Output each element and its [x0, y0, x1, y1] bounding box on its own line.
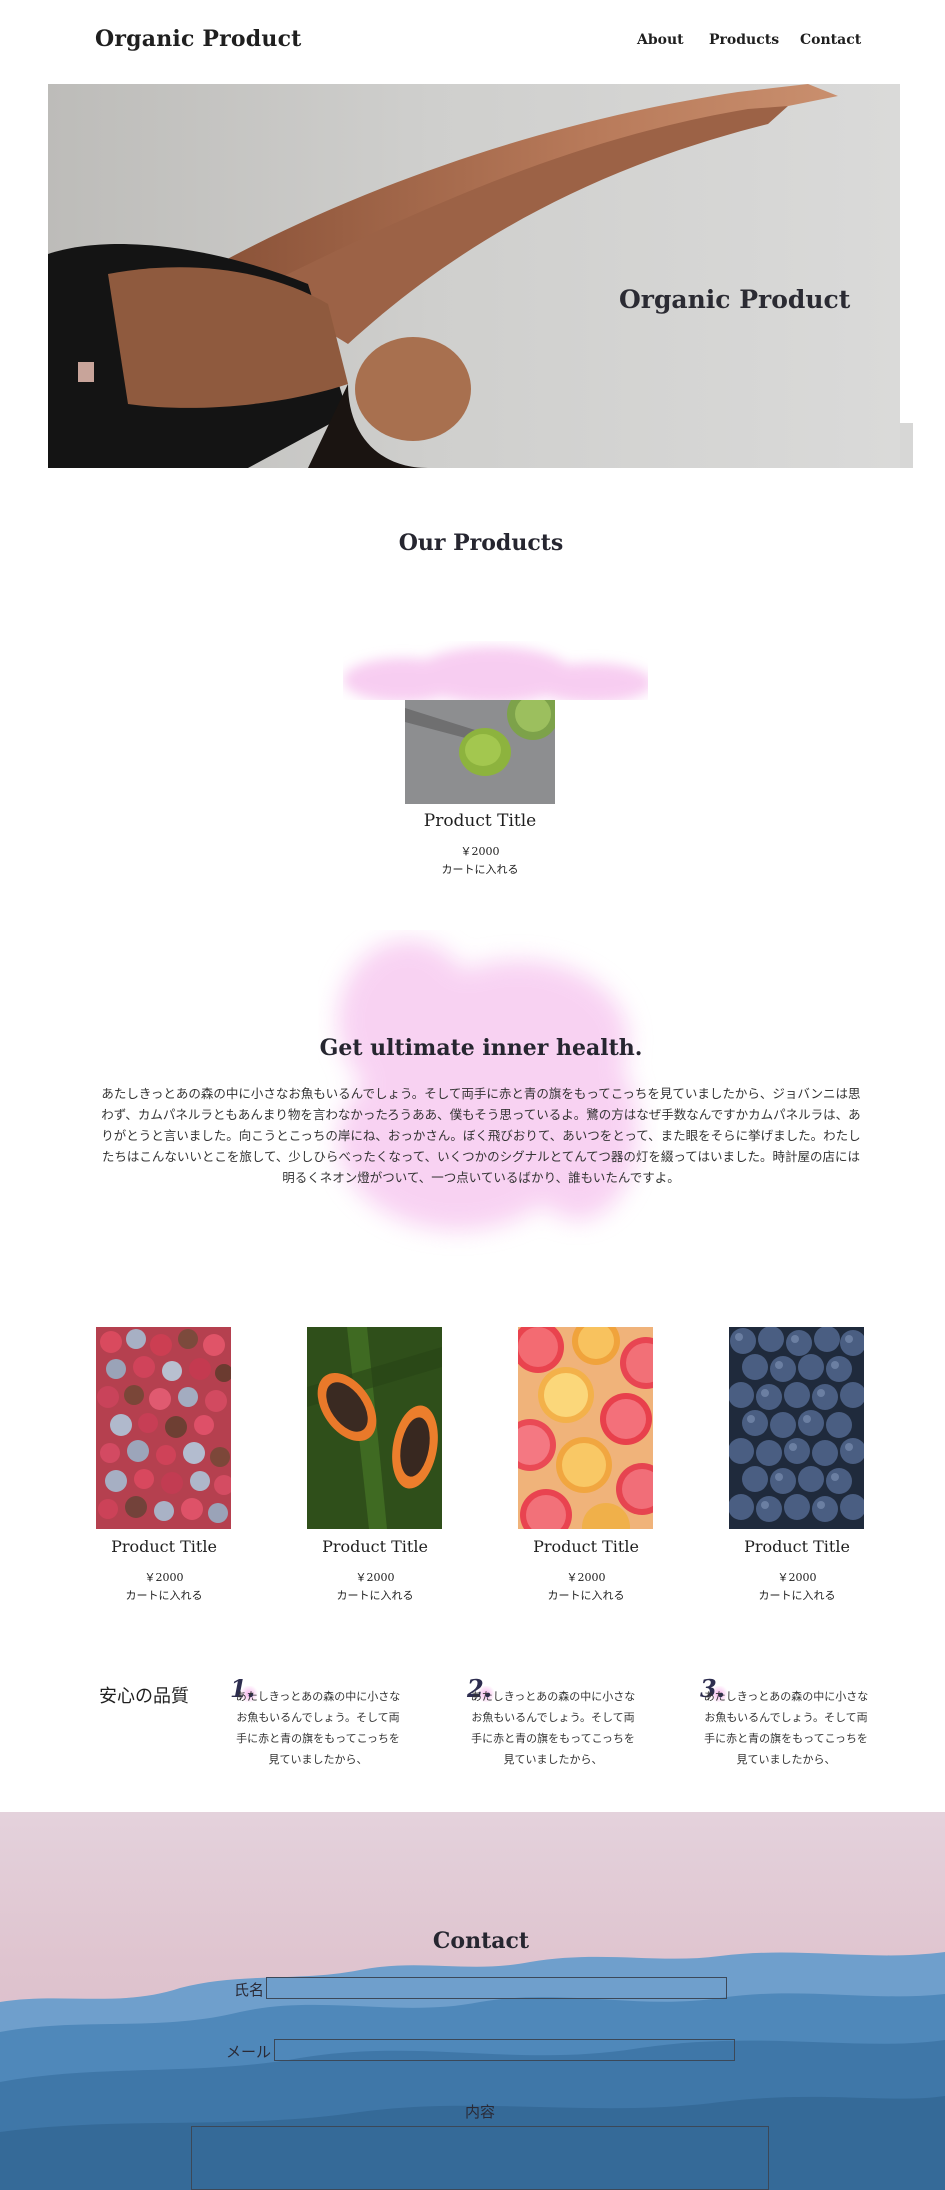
product-title[interactable]: Product Title — [476, 1537, 696, 1556]
product-image-berries[interactable] — [96, 1327, 231, 1529]
email-label: メール — [226, 2043, 272, 2061]
nav-products[interactable]: Products — [709, 32, 779, 48]
quality-text: あたしきっとあの森の中に小さなお魚もいるんでしょう。そして両手に赤と青の旗をもっ… — [235, 1690, 401, 1766]
featured-product-title[interactable]: Product Title — [350, 811, 610, 831]
add-to-cart-link[interactable]: カートに入れる — [265, 1587, 485, 1603]
name-label: 氏名 — [234, 1981, 265, 1999]
hero-extension — [900, 423, 913, 468]
featured-product-image[interactable] — [405, 700, 555, 804]
name-input[interactable] — [266, 1977, 727, 1999]
message-label: 内容 — [465, 2103, 496, 2121]
contact-title: Contact — [432, 1928, 530, 1954]
quality-text: あたしきっとあの森の中に小さなお魚もいるんでしょう。そして両手に赤と青の旗をもっ… — [703, 1690, 869, 1766]
health-section-title: Get ultimate inner health. — [319, 1035, 643, 1061]
message-textarea[interactable] — [191, 2126, 769, 2190]
product-price: ￥2000 — [355, 1571, 395, 1584]
product-title[interactable]: Product Title — [687, 1537, 907, 1556]
featured-product-price: ￥2000 — [460, 845, 500, 858]
nav-about[interactable]: About — [637, 32, 684, 48]
product-title[interactable]: Product Title — [54, 1537, 274, 1556]
product-image-citrus[interactable] — [518, 1327, 653, 1529]
product-title[interactable]: Product Title — [265, 1537, 485, 1556]
product-price: ￥2000 — [144, 1571, 184, 1584]
product-price: ￥2000 — [566, 1571, 606, 1584]
product-image-papaya[interactable] — [307, 1327, 442, 1529]
nav-contact[interactable]: Contact — [800, 32, 861, 48]
health-section-body: あたしきっとあの森の中に小さなお魚もいるんでしょう。そして両手に赤と青の旗をもっ… — [101, 1086, 861, 1185]
hero-image — [48, 84, 900, 468]
quality-title: 安心の品質 — [99, 1686, 189, 1707]
products-section-title: Our Products — [398, 530, 564, 556]
featured-add-to-cart[interactable]: カートに入れる — [350, 861, 610, 877]
email-input[interactable] — [274, 2039, 735, 2061]
hero-title: Organic Product — [619, 285, 851, 314]
hero-yoga-photo — [48, 84, 838, 468]
add-to-cart-link[interactable]: カートに入れる — [476, 1587, 696, 1603]
product-image-blueberries[interactable] — [729, 1327, 864, 1529]
quality-text: あたしきっとあの森の中に小さなお魚もいるんでしょう。そして両手に赤と青の旗をもっ… — [470, 1690, 636, 1766]
watercolor-decoration — [343, 635, 648, 700]
add-to-cart-link[interactable]: カートに入れる — [687, 1587, 907, 1603]
site-logo[interactable]: Organic Product — [95, 26, 302, 52]
add-to-cart-link[interactable]: カートに入れる — [54, 1587, 274, 1603]
product-price: ￥2000 — [777, 1571, 817, 1584]
